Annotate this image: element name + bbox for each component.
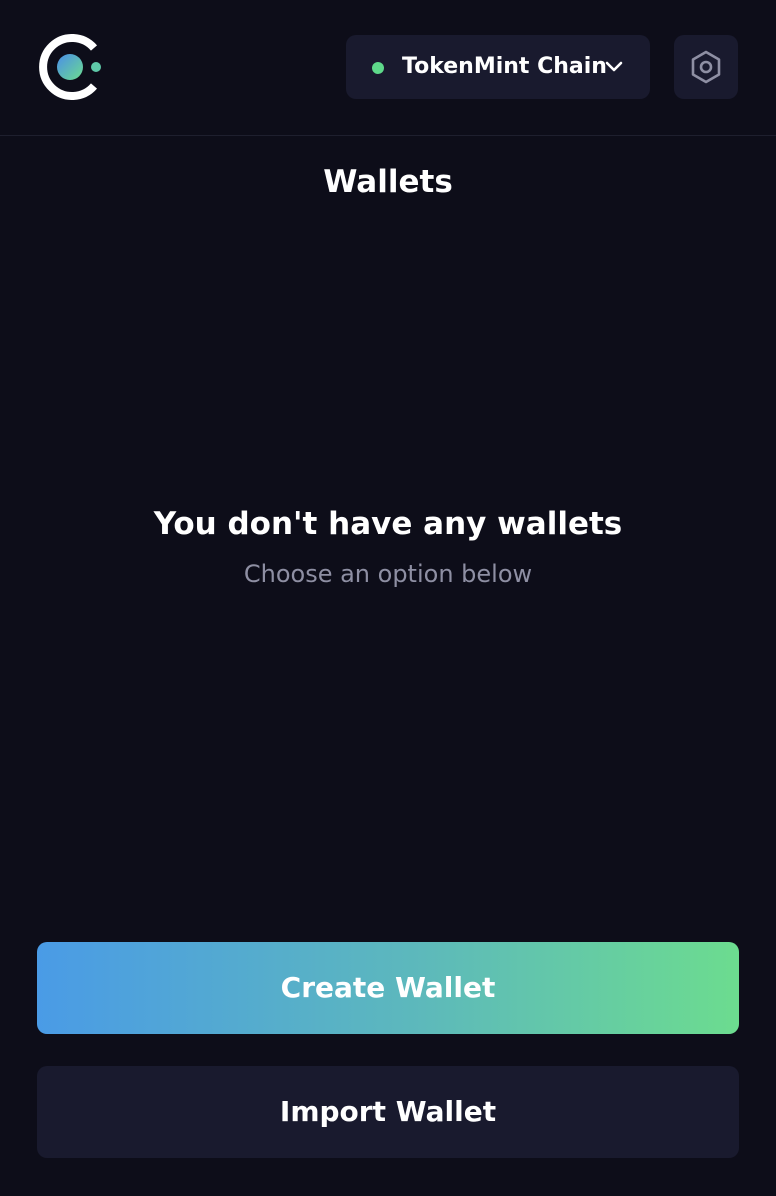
settings-button[interactable]	[674, 35, 738, 99]
network-label: TokenMint Chain	[402, 54, 607, 79]
empty-state-subtitle: Choose an option below	[243, 560, 533, 588]
network-status-dot	[372, 62, 384, 74]
page-title: Wallets	[323, 164, 453, 200]
network-selector[interactable]: TokenMint Chain	[346, 35, 650, 99]
create-wallet-button[interactable]: Create Wallet	[37, 942, 739, 1034]
top-bar: TokenMint Chain	[0, 0, 776, 136]
app-logo-icon	[38, 34, 104, 100]
empty-state-title: You don't have any wallets	[153, 506, 623, 542]
import-wallet-button[interactable]: Import Wallet	[37, 1066, 739, 1158]
hexagon-gear-icon	[691, 50, 721, 84]
chevron-down-icon	[602, 55, 626, 79]
